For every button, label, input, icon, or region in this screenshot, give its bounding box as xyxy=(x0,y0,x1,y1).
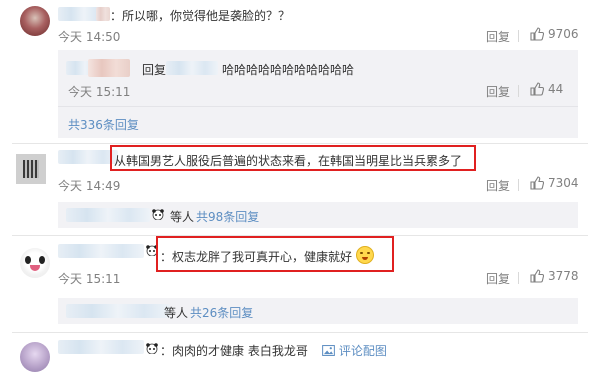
comment-image-label: 评论配图 xyxy=(338,344,387,358)
panda-emoji-icon xyxy=(152,209,164,221)
sub-reply-panel: 回复 哈哈哈哈哈哈哈哈哈哈哈 今天 15:11 回复 44 共336条回复 xyxy=(58,50,578,138)
divider xyxy=(518,30,519,42)
comment-time: 今天 15:11 xyxy=(58,272,121,286)
sub-reply-username-part xyxy=(88,59,130,77)
thumbs-up-icon xyxy=(530,269,544,283)
avatar[interactable] xyxy=(20,6,50,36)
comment-time: 今天 14:49 xyxy=(58,179,121,193)
sub-reply-target-username[interactable] xyxy=(166,61,218,75)
reply-summary-suffix: 等人 xyxy=(170,210,195,224)
sub-reply-prefix: 回复 xyxy=(142,63,167,77)
comment-text: ：肉肉的才健康 表白我龙哥 xyxy=(160,344,308,358)
sub-reply-time: 今天 15:11 xyxy=(68,85,131,99)
like-count: 9706 xyxy=(548,27,579,41)
username[interactable] xyxy=(58,340,144,354)
reply-summary-panel: 等人 共98条回复 xyxy=(58,202,578,228)
reply-button[interactable]: 回复 xyxy=(486,177,510,194)
username-suffix xyxy=(96,7,110,21)
image-icon xyxy=(322,345,335,356)
more-replies-link[interactable]: 共336条回复 xyxy=(68,116,139,133)
thumbs-up-icon xyxy=(530,176,544,190)
divider xyxy=(12,143,588,144)
username[interactable] xyxy=(58,244,144,258)
highlight-box xyxy=(110,145,476,171)
sub-reply-text: 哈哈哈哈哈哈哈哈哈哈哈 xyxy=(222,63,355,77)
like-count: 3778 xyxy=(548,269,579,283)
divider xyxy=(518,272,519,284)
panda-emoji-icon xyxy=(146,343,158,355)
divider xyxy=(12,332,588,333)
reply-summary-suffix: 等人 xyxy=(164,306,189,320)
comment-text: ：所以哪，你觉得他是袭脸的？？ xyxy=(110,9,291,23)
divider xyxy=(58,106,578,107)
avatar[interactable] xyxy=(20,342,50,372)
like-button[interactable]: 9706 xyxy=(530,27,579,41)
like-button[interactable]: 3778 xyxy=(530,269,579,283)
like-button[interactable]: 7304 xyxy=(530,176,579,190)
reply-button[interactable]: 回复 xyxy=(486,270,510,287)
more-replies-link[interactable]: 共26条回复 xyxy=(190,304,253,321)
divider xyxy=(518,85,519,97)
thumbs-up-icon xyxy=(530,82,544,96)
sub-reply-like-button[interactable]: 44 xyxy=(530,82,563,96)
comment-image-link[interactable]: 评论配图 xyxy=(322,342,387,359)
comment-time: 今天 14:50 xyxy=(58,30,121,44)
avatar[interactable] xyxy=(20,248,50,278)
thumbs-up-icon xyxy=(530,27,544,41)
sub-reply-reply-button[interactable]: 回复 xyxy=(486,83,510,100)
reply-button[interactable]: 回复 xyxy=(486,28,510,45)
divider xyxy=(518,179,519,191)
replier-usernames[interactable] xyxy=(66,208,150,222)
avatar[interactable] xyxy=(16,154,46,184)
highlight-box xyxy=(156,236,394,272)
username[interactable] xyxy=(58,150,118,164)
more-replies-link[interactable]: 共98条回复 xyxy=(196,208,259,225)
like-count: 44 xyxy=(548,82,564,96)
like-count: 7304 xyxy=(548,176,579,190)
reply-summary-panel: 等人 共26条回复 xyxy=(58,298,578,324)
replier-usernames[interactable] xyxy=(66,304,170,318)
